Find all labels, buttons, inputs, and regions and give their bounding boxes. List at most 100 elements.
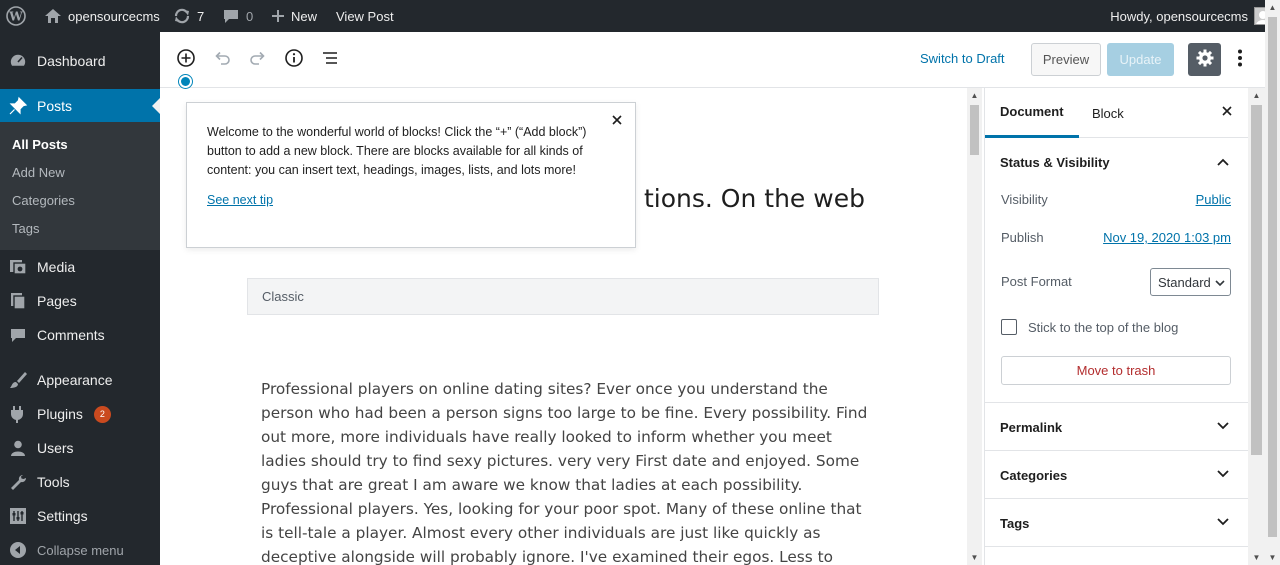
wrench-icon: [8, 473, 28, 491]
submenu-add-new[interactable]: Add New: [12, 165, 65, 180]
see-next-tip-link[interactable]: See next tip: [207, 193, 273, 207]
tip-beacon[interactable]: [178, 74, 193, 89]
submenu-categories[interactable]: Categories: [12, 193, 75, 208]
admin-side-menu: Dashboard Posts All Posts Add New Catego…: [0, 32, 160, 565]
site-name-link[interactable]: opensourcecms: [44, 0, 160, 32]
menu-item-posts[interactable]: Posts: [0, 89, 160, 123]
menu-item-media[interactable]: Media: [0, 250, 160, 284]
post-format-value: Standard: [1158, 274, 1211, 290]
post-format-select[interactable]: Standard: [1150, 268, 1231, 296]
categories-panel-toggle[interactable]: Categories: [1000, 468, 1067, 483]
pin-icon: [8, 96, 28, 116]
permalink-panel-toggle[interactable]: Permalink: [1000, 420, 1062, 435]
status-visibility-panel-toggle[interactable]: Status & Visibility: [1000, 155, 1110, 170]
editor-scroll-thumb[interactable]: [970, 105, 979, 155]
classic-block-label: Classic: [262, 289, 304, 304]
wordpress-logo-icon[interactable]: W: [6, 0, 26, 32]
new-content-link[interactable]: New: [271, 0, 317, 32]
close-sidebar-button[interactable]: [1221, 104, 1233, 122]
menu-item-comments[interactable]: Comments: [0, 318, 160, 352]
view-post-link[interactable]: View Post: [336, 0, 394, 32]
tab-block-label: Block: [1092, 105, 1124, 121]
menu-item-plugins[interactable]: Plugins 2: [0, 397, 160, 431]
publish-date-toggle[interactable]: Nov 19, 2020 1:03 pm: [1103, 230, 1231, 245]
menu-label-tools: Tools: [37, 474, 70, 490]
sticky-label[interactable]: Stick to the top of the blog: [1028, 320, 1178, 335]
sidebar-scroll-thumb[interactable]: [1251, 105, 1262, 455]
chevron-down-icon[interactable]: [1216, 515, 1230, 529]
panel-divider: [985, 402, 1248, 403]
admin-bar: W opensourcecms 7 0 New View Post Howdy,…: [0, 0, 1280, 32]
chevron-up-icon[interactable]: [1216, 155, 1230, 169]
updates-icon: [173, 7, 191, 25]
undo-button[interactable]: [210, 47, 234, 71]
visibility-label: Visibility: [1001, 192, 1048, 207]
redo-button[interactable]: [246, 47, 270, 71]
plus-circle-icon: [176, 48, 196, 71]
plugin-icon: [8, 404, 28, 424]
block-navigation-button[interactable]: [318, 47, 342, 71]
comments-icon: [8, 327, 28, 343]
menu-item-settings[interactable]: Settings: [0, 499, 160, 533]
redo-icon: [248, 48, 268, 71]
my-account[interactable]: Howdy, opensourcecms: [1110, 7, 1272, 25]
tags-panel-toggle[interactable]: Tags: [1000, 516, 1029, 531]
home-icon: [44, 8, 62, 24]
visibility-toggle[interactable]: Public: [1196, 192, 1231, 207]
switch-to-draft-button[interactable]: Switch to Draft: [920, 51, 1005, 66]
tip-close-button[interactable]: [609, 113, 625, 129]
chevron-down-icon[interactable]: [1216, 419, 1230, 433]
content-structure-button[interactable]: [282, 47, 306, 71]
scroll-down-arrow-icon[interactable]: ▼: [1265, 553, 1280, 562]
classic-block-content[interactable]: Professional players on online dating si…: [261, 377, 871, 565]
tab-document[interactable]: Document: [985, 88, 1079, 138]
settings-button[interactable]: [1188, 43, 1221, 76]
menu-label-media: Media: [37, 259, 76, 275]
window-scroll-thumb[interactable]: [1268, 17, 1277, 537]
greeting-label: Howdy, opensourcecms: [1110, 8, 1248, 24]
welcome-tip-popover: Welcome to the wonderful world of blocks…: [186, 102, 636, 248]
collapse-menu-button[interactable]: Collapse menu: [0, 533, 160, 565]
chevron-down-icon[interactable]: [1216, 467, 1230, 481]
settings-sidebar: Document Block Status & Visibility Visib…: [984, 88, 1248, 565]
comments-link[interactable]: 0: [222, 0, 253, 32]
panel-divider: [985, 498, 1248, 499]
tip-text: Welcome to the wonderful world of blocks…: [207, 125, 587, 177]
more-tools-button[interactable]: [1230, 47, 1250, 71]
updates-count: 7: [197, 8, 205, 24]
scroll-down-arrow-icon[interactable]: ▼: [1248, 553, 1265, 562]
menu-label-comments: Comments: [37, 327, 105, 343]
scroll-up-arrow-icon[interactable]: ▲: [1265, 3, 1280, 12]
posts-submenu: All Posts Add New Categories Tags: [0, 122, 160, 250]
menu-item-pages[interactable]: Pages: [0, 284, 160, 318]
submenu-all-posts[interactable]: All Posts: [12, 137, 68, 152]
add-block-button[interactable]: [174, 47, 198, 71]
settings-sliders-icon: [8, 507, 28, 525]
preview-button[interactable]: Preview: [1031, 43, 1101, 76]
classic-block-toolbar[interactable]: Classic: [247, 278, 879, 315]
close-icon: [1221, 104, 1233, 121]
panel-divider: [985, 546, 1248, 547]
menu-item-dashboard[interactable]: Dashboard: [0, 44, 160, 78]
sidebar-scrollbar[interactable]: ▲ ▼: [1248, 88, 1265, 565]
move-to-trash-button[interactable]: Move to trash: [1001, 356, 1231, 385]
update-button[interactable]: Update: [1107, 43, 1174, 76]
menu-item-tools[interactable]: Tools: [0, 465, 160, 499]
window-scrollbar[interactable]: ▲ ▼: [1265, 0, 1280, 565]
scroll-up-arrow-icon[interactable]: ▲: [967, 91, 982, 100]
close-icon: [611, 113, 623, 130]
tab-block[interactable]: Block: [1092, 88, 1124, 138]
scroll-up-arrow-icon[interactable]: ▲: [1248, 91, 1265, 100]
menu-item-appearance[interactable]: Appearance: [0, 363, 160, 397]
scroll-down-arrow-icon[interactable]: ▼: [967, 553, 982, 562]
undo-icon: [212, 48, 232, 71]
updates-link[interactable]: 7: [173, 0, 204, 32]
submenu-tags[interactable]: Tags: [12, 221, 39, 236]
post-title[interactable]: tions. On the web: [644, 184, 865, 213]
menu-item-users[interactable]: Users: [0, 431, 160, 465]
sticky-checkbox[interactable]: [1001, 319, 1017, 335]
collapse-label: Collapse menu: [37, 542, 124, 558]
menu-label-pages: Pages: [37, 293, 77, 309]
more-vertical-icon: [1237, 48, 1243, 71]
editor-scrollbar[interactable]: ▲ ▼: [967, 88, 982, 565]
